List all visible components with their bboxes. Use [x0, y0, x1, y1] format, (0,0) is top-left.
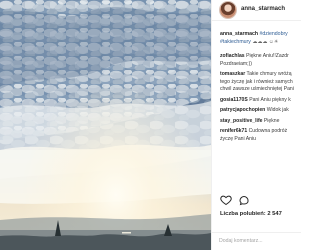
- smile-emoji-group: ☺︎☀︎: [268, 38, 279, 45]
- comment-username[interactable]: renifer6k71: [220, 128, 247, 134]
- comment-row: stay_positive_life Piękne: [220, 118, 302, 126]
- post-header: anna_starmach: [212, 0, 301, 21]
- comment-username[interactable]: zofiachlas: [220, 53, 245, 59]
- caption-author[interactable]: anna_starmach: [220, 31, 258, 37]
- heart-icon-svg: [220, 195, 232, 206]
- comment-row: renifer6k71 Cudowna podróż: [220, 128, 302, 136]
- comment-row: tomaszkar Takie chmury wróżą: [220, 71, 302, 79]
- comment-text: Takie chmury wróżą: [246, 71, 292, 77]
- comment-text: tego życzę jak i również samych: [220, 78, 293, 85]
- comment-row: gosia1170S Pani Aniu piękny k: [220, 97, 302, 105]
- comment-icon-svg: [239, 195, 249, 206]
- post-actions: [220, 194, 300, 208]
- hashtag-takiechmury[interactable]: #takiechmury: [220, 39, 251, 45]
- comment-input[interactable]: [219, 235, 295, 246]
- avatar[interactable]: [220, 2, 236, 18]
- hashtag-dziendobry[interactable]: #dziendobry: [260, 31, 288, 37]
- comment-text: Cudowna podróż: [248, 128, 288, 134]
- comment-row: życzę Pani Aniu: [220, 136, 302, 144]
- post-side-panel: anna_starmach anna_starmach #dziendobry …: [211, 0, 302, 250]
- comment-text: życzę Pani Aniu: [220, 135, 256, 142]
- comment-icon[interactable]: [238, 194, 250, 206]
- post-author-username[interactable]: anna_starmach: [241, 6, 285, 12]
- comment-text: Pozdraeiam;)): [220, 60, 252, 67]
- cloud-emoji-group: ☁︎☁︎☁︎: [252, 38, 268, 45]
- comment-username[interactable]: gosia1170S: [220, 97, 248, 103]
- caption-row-1: anna_starmach #dziendobry: [220, 31, 302, 39]
- comment-divider: [212, 232, 301, 233]
- comment-row: patrycjapochopien Widok jak: [220, 107, 302, 115]
- comments-list: zofiachlas Piękne Aniu!!Zazdr Pozdraeiam…: [220, 53, 302, 189]
- comment-text: Pani Aniu piękny k: [249, 96, 291, 103]
- comment-row: chwil zawsze uśmiechniętej Pani: [220, 86, 302, 94]
- caption-row-2: #takiechmury ☁︎☁︎☁︎ ☺︎☀︎: [220, 39, 302, 47]
- post-caption: anna_starmach #dziendobry #takiechmury ☁…: [220, 31, 302, 46]
- comment-row: Pozdraeiam;)): [220, 61, 302, 69]
- comment-text: Piękne: [263, 117, 280, 124]
- comment-text: Piękne Aniu!!Zazdr: [246, 53, 289, 59]
- likes-count[interactable]: Liczba polubień: 2 547: [220, 211, 282, 217]
- comment-username[interactable]: stay_positive_life: [220, 118, 262, 124]
- post-photo[interactable]: [0, 0, 211, 250]
- comment-row: zofiachlas Piękne Aniu!!Zazdr: [220, 53, 302, 61]
- cloud-photo: [0, 0, 211, 250]
- comment-row: tego życzę jak i również samych: [220, 79, 302, 87]
- comment-text: Widok jak: [266, 107, 289, 113]
- heart-icon[interactable]: [220, 194, 232, 206]
- comment-username[interactable]: patrycjapochopien: [220, 107, 265, 113]
- comment-text: chwil zawsze uśmiechniętej Pani: [220, 86, 294, 92]
- comment-username[interactable]: tomaszkar: [220, 71, 245, 77]
